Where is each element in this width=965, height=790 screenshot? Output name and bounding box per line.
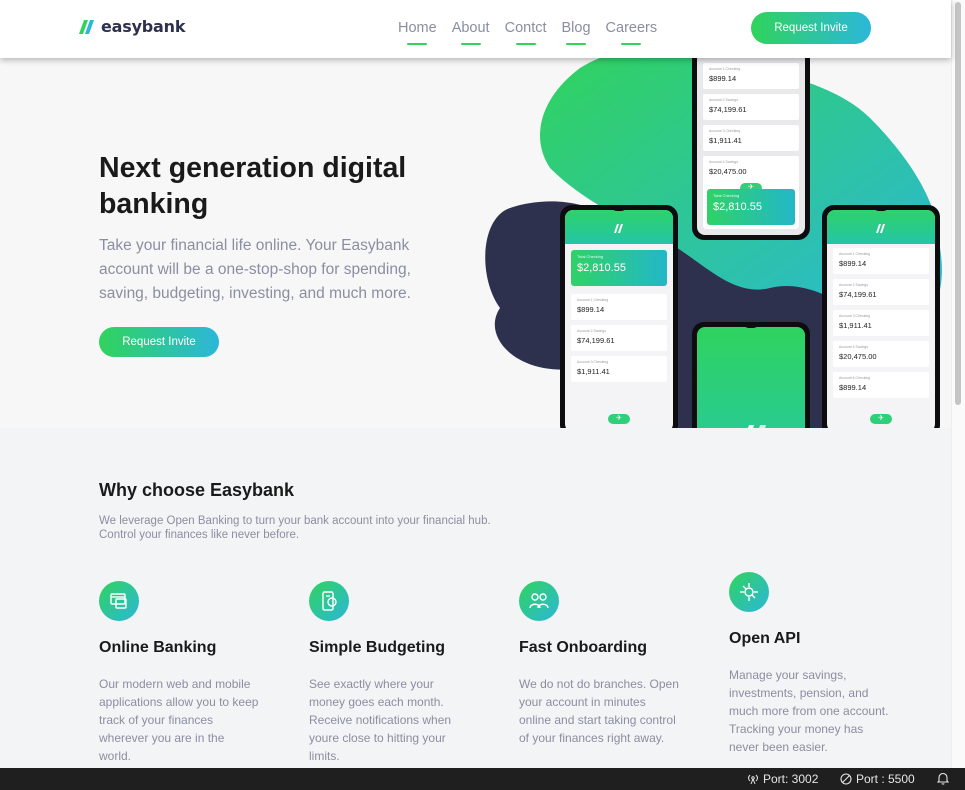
phone-screen: Total Checking $2,810.55 Account 1 Check…: [565, 210, 673, 428]
logo-mark-icon: [79, 19, 94, 34]
main-nav: Home About Contct Blog Careers: [398, 20, 657, 45]
bell-icon: [937, 772, 949, 785]
account-card: Account 3 Checking $1,911.41: [833, 310, 929, 336]
app-logo-icon: [614, 224, 623, 233]
total-card: Total Checking $2,810.55: [571, 250, 667, 286]
phone-mockup: [692, 322, 810, 428]
feature-title: Simple Budgeting: [309, 639, 445, 656]
feature-text: Manage your savings, investments, pensio…: [729, 668, 889, 754]
feature-text: Our modern web and mobile applications a…: [99, 677, 259, 763]
api-icon: [729, 572, 769, 612]
app-header: [565, 210, 673, 244]
logo[interactable]: easybank: [79, 17, 185, 36]
feature-text: We do not do branches. Open your account…: [519, 677, 679, 745]
request-invite-button[interactable]: Request Invite: [751, 12, 871, 44]
feature-title: Fast Onboarding: [519, 639, 647, 656]
account-card: Account 2 Savings $74,199.61: [833, 279, 929, 305]
account-card: Account 3 Checking $1,911.41: [571, 356, 667, 382]
account-card: Account 2 Savings $74,199.61: [571, 325, 667, 351]
phone-mockup: Account 1 Checking $899.14 Account 2 Savi…: [692, 58, 810, 240]
fab-button: ✈: [608, 414, 630, 424]
nav-contact[interactable]: Contct: [505, 20, 547, 45]
app-header: [827, 210, 935, 244]
splash-screen: [697, 327, 805, 428]
phone-screen: Account 1 Checking $899.14 Account 2 Savi…: [697, 58, 805, 235]
nav-blog[interactable]: Blog: [562, 20, 591, 45]
phone-mockup: Total Checking $2,810.55 Account 1 Check…: [560, 205, 678, 428]
section-title: Why choose Easybank: [99, 480, 295, 500]
account-card: Account 3 Checking $1,911.41: [703, 125, 799, 151]
hero-illustration: Account 1 Checking $899.14 Account 2 Savi…: [470, 58, 950, 428]
hero-text: Take your financial life online. Your Ea…: [99, 237, 411, 302]
go-live-port-item[interactable]: Port : 5500: [840, 772, 915, 786]
section-description: We leverage Open Banking to turn your ba…: [99, 515, 491, 541]
site-header: easybank Home About Contct Blog Careers …: [0, 0, 951, 58]
port-live-label: Port: 3002: [763, 772, 819, 786]
live-server-port-item[interactable]: Port: 3002: [747, 772, 818, 786]
scrollbar-thumb[interactable]: [955, 2, 961, 405]
broadcast-icon: [748, 774, 758, 785]
budgeting-icon: [309, 581, 349, 621]
hero-request-invite-button[interactable]: Request Invite: [99, 327, 219, 357]
total-card: Total Checking $2,810.55: [707, 189, 795, 225]
onboarding-icon: [519, 581, 559, 621]
feature-simple-budgeting: Simple Budgeting See exactly where your …: [309, 581, 469, 765]
feature-online-banking: Online Banking Our modern web and mobile…: [99, 581, 259, 765]
feature-open-api: Open API Manage your savings, investment…: [729, 572, 889, 756]
account-card: Account 1 Checking $899.14: [703, 63, 799, 89]
logo-text: easybank: [101, 17, 186, 36]
splash-logo-icon: [748, 425, 766, 428]
why-section: Why choose Easybank We leverage Open Ban…: [0, 428, 951, 768]
port-off-label: Port : 5500: [856, 772, 915, 786]
nav-about[interactable]: About: [452, 20, 490, 45]
app-logo-icon: [876, 224, 885, 233]
hero-title: Next generation digital banking: [99, 152, 407, 220]
total-panel: ✈ Total Checking $2,810.55: [703, 177, 799, 229]
feature-title: Online Banking: [99, 639, 217, 656]
account-card: Account 1 Checking $899.14: [571, 294, 667, 320]
no-entry-icon: [840, 773, 852, 785]
feature-text: See exactly where your money goes each m…: [309, 677, 452, 763]
nav-careers[interactable]: Careers: [606, 20, 657, 45]
account-card: Account 1 Checking $899.14: [833, 248, 929, 274]
fab-button: ✈: [870, 414, 892, 424]
online-banking-icon: [99, 581, 139, 621]
notifications-item[interactable]: [937, 772, 949, 785]
account-card: Account 2 Savings $74,199.61: [703, 94, 799, 120]
account-card: Account 5 Checking $899.14: [833, 372, 929, 398]
feature-fast-onboarding: Fast Onboarding We do not do branches. O…: [519, 581, 679, 747]
account-card: Account 4 Savings $20,475.00: [833, 341, 929, 367]
hero-section: Next generation digital banking Take you…: [0, 58, 951, 428]
phone-mockup: Account 1 Checking $899.14 Account 2 Savi…: [822, 205, 940, 428]
nav-home[interactable]: Home: [398, 20, 437, 45]
phone-screen: Account 1 Checking $899.14 Account 2 Savi…: [827, 210, 935, 428]
editor-status-bar: Port: 3002 Port : 5500: [0, 768, 965, 790]
feature-title: Open API: [729, 630, 801, 647]
